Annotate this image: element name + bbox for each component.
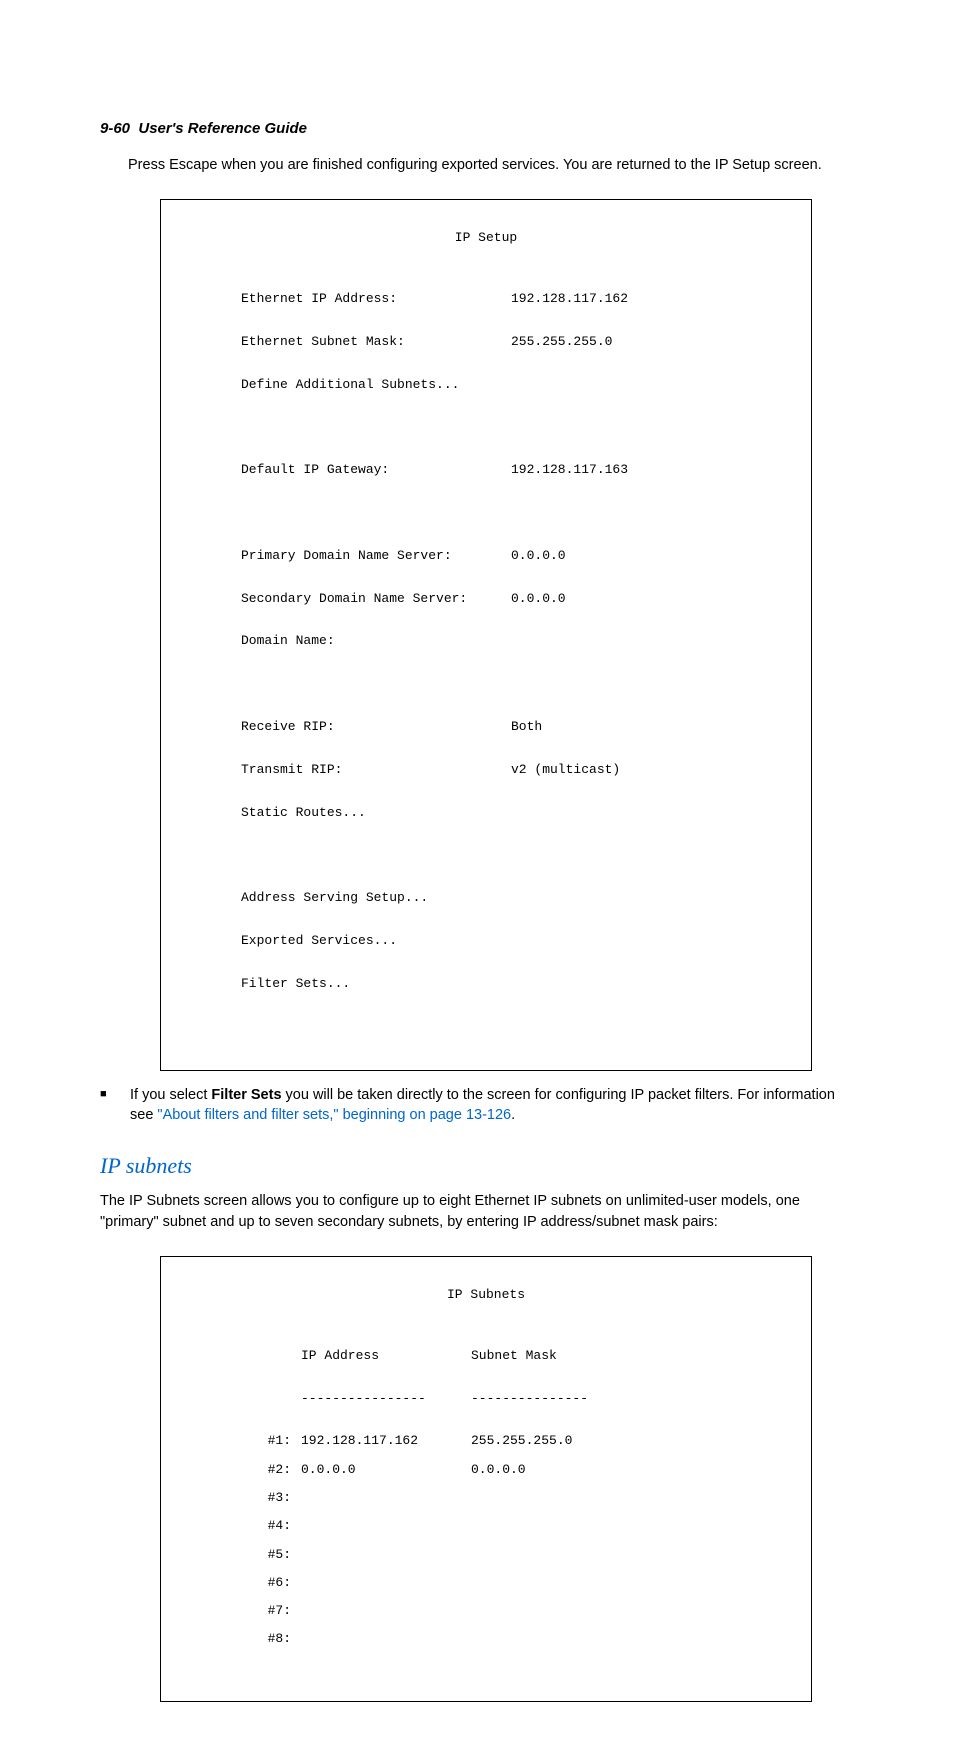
subnet-row-ip: 0.0.0.0 bbox=[301, 1463, 471, 1477]
eth-ip-row: Ethernet IP Address:192.128.117.162 bbox=[241, 292, 811, 306]
subnet-row-number: #3: bbox=[241, 1491, 301, 1505]
subnet-row-mask bbox=[471, 1548, 621, 1562]
page-header: 9-60 User's Reference Guide bbox=[100, 120, 854, 137]
section-number: 9-60 bbox=[100, 120, 130, 137]
subnets-title: IP Subnets bbox=[161, 1287, 811, 1302]
exported-services-row: Exported Services... bbox=[241, 934, 811, 948]
subnet-row: #3: bbox=[241, 1491, 811, 1505]
subnet-row-ip bbox=[301, 1519, 471, 1533]
intro-paragraph: Press Escape when you are finished confi… bbox=[128, 155, 854, 175]
subnet-row-mask bbox=[471, 1632, 621, 1646]
define-subnets-row: Define Additional Subnets... bbox=[241, 378, 811, 392]
subnet-row-mask: 255.255.255.0 bbox=[471, 1434, 621, 1448]
subnet-row-ip bbox=[301, 1548, 471, 1562]
subnet-row-mask: 0.0.0.0 bbox=[471, 1463, 621, 1477]
bullet-text: If you select Filter Sets you will be ta… bbox=[130, 1085, 854, 1126]
col-header-ip: IP Address bbox=[301, 1349, 471, 1363]
col-header-mask: Subnet Mask bbox=[471, 1349, 621, 1363]
terminal-body: Ethernet IP Address:192.128.117.162 Ethe… bbox=[241, 263, 811, 1020]
subnet-row-number: #1: bbox=[241, 1434, 301, 1448]
transmit-rip-row: Transmit RIP:v2 (multicast) bbox=[241, 763, 811, 777]
bullet-filter-sets: ■ If you select Filter Sets you will be … bbox=[100, 1085, 854, 1126]
static-routes-row: Static Routes... bbox=[241, 806, 811, 820]
subnet-row-mask bbox=[471, 1491, 621, 1505]
secondary-dns-row: Secondary Domain Name Server:0.0.0.0 bbox=[241, 592, 811, 606]
subnet-row: #2:0.0.0.00.0.0.0 bbox=[241, 1463, 811, 1477]
subnets-body: IP Address Subnet Mask ---------------- … bbox=[161, 1320, 811, 1675]
subnet-row-number: #6: bbox=[241, 1576, 301, 1590]
section-paragraph: The IP Subnets screen allows you to conf… bbox=[100, 1191, 854, 1232]
gateway-row: Default IP Gateway:192.128.117.163 bbox=[241, 463, 811, 477]
subnet-row-ip bbox=[301, 1604, 471, 1618]
filter-sets-row: Filter Sets... bbox=[241, 977, 811, 991]
subnet-row-number: #8: bbox=[241, 1632, 301, 1646]
subnet-row-ip bbox=[301, 1576, 471, 1590]
subnet-row-mask bbox=[471, 1604, 621, 1618]
address-serving-row: Address Serving Setup... bbox=[241, 891, 811, 905]
subnet-row: #5: bbox=[241, 1548, 811, 1562]
primary-dns-row: Primary Domain Name Server:0.0.0.0 bbox=[241, 549, 811, 563]
subnet-row-number: #5: bbox=[241, 1548, 301, 1562]
subnet-row: #6: bbox=[241, 1576, 811, 1590]
bullet-square-icon: ■ bbox=[100, 1085, 130, 1126]
terminal-title: IP Setup bbox=[161, 230, 811, 245]
section-heading-ip-subnets: IP subnets bbox=[100, 1153, 854, 1179]
subnet-row-ip bbox=[301, 1491, 471, 1505]
subnet-row: #4: bbox=[241, 1519, 811, 1533]
subnet-row-ip: 192.128.117.162 bbox=[301, 1434, 471, 1448]
domain-name-row: Domain Name: bbox=[241, 634, 811, 648]
subnet-row: #7: bbox=[241, 1604, 811, 1618]
guide-title: User's Reference Guide bbox=[138, 120, 307, 137]
subnet-row-number: #4: bbox=[241, 1519, 301, 1533]
subnet-row-mask bbox=[471, 1576, 621, 1590]
cross-reference-link[interactable]: "About filters and filter sets," beginni… bbox=[157, 1107, 511, 1123]
subnet-row-mask bbox=[471, 1519, 621, 1533]
subnet-row: #8: bbox=[241, 1632, 811, 1646]
ip-subnets-terminal: IP Subnets IP Address Subnet Mask ------… bbox=[160, 1256, 812, 1702]
subnet-row-number: #7: bbox=[241, 1604, 301, 1618]
eth-mask-row: Ethernet Subnet Mask:255.255.255.0 bbox=[241, 335, 811, 349]
ip-setup-terminal: IP Setup Ethernet IP Address:192.128.117… bbox=[160, 199, 812, 1071]
document-page: 9-60 User's Reference Guide Press Escape… bbox=[0, 0, 954, 1762]
receive-rip-row: Receive RIP:Both bbox=[241, 720, 811, 734]
subnet-row-ip bbox=[301, 1632, 471, 1646]
subnet-row-number: #2: bbox=[241, 1463, 301, 1477]
subnet-row: #1:192.128.117.162255.255.255.0 bbox=[241, 1434, 811, 1448]
